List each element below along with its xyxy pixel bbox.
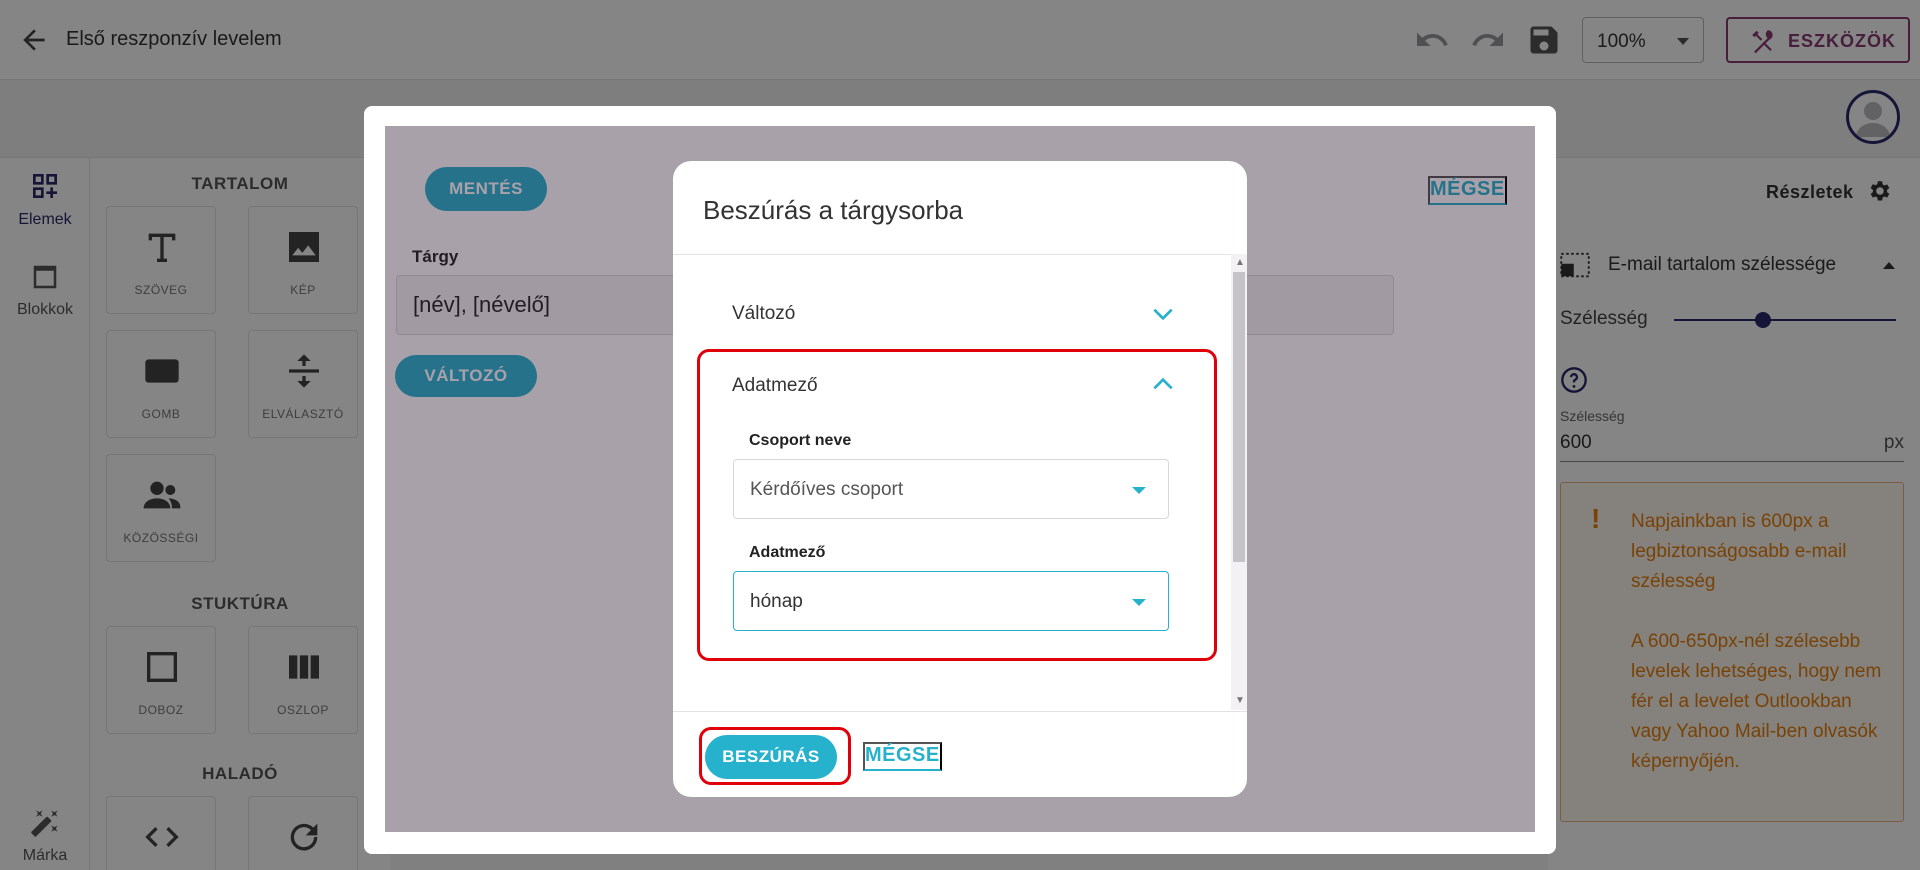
divider [673,254,1247,255]
divider [673,711,1247,712]
chevron-down-icon [1153,308,1173,321]
scroll-down-icon[interactable]: ▼ [1235,696,1245,706]
accordion-label: Változó [732,303,796,324]
scrollbar-thumb[interactable] [1233,272,1245,562]
highlight-datafield-section [697,349,1217,661]
scroll-up-icon[interactable]: ▲ [1235,258,1245,268]
dialog-cancel-link[interactable]: MÉGSE [863,742,942,771]
dialog-scrollbar[interactable]: ▲ ▼ [1231,254,1247,710]
highlight-insert-button [699,727,851,785]
dialog-title: Beszúrás a tárgysorba [703,195,964,225]
accordion-variable[interactable]: Változó [732,303,1178,325]
